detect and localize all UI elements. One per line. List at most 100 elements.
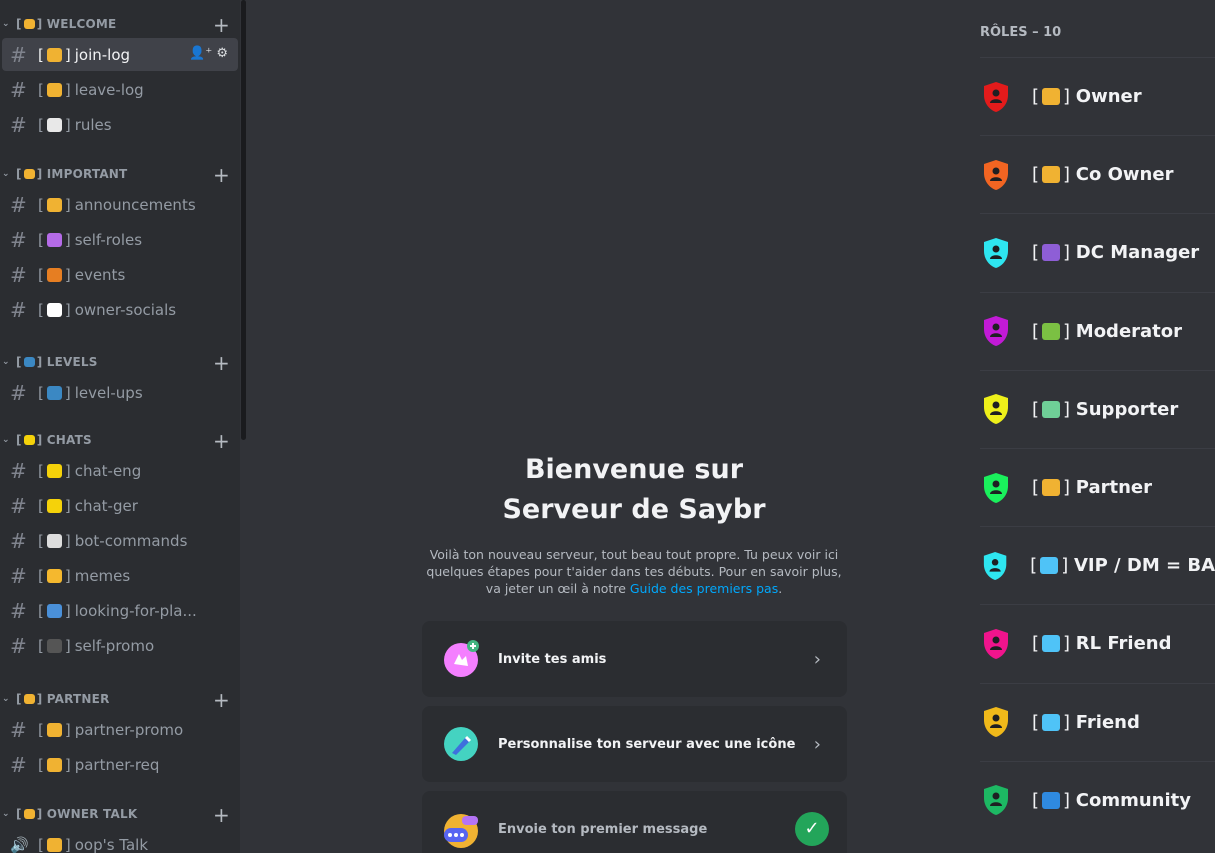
channel-name: events bbox=[74, 265, 126, 284]
category-header[interactable]: ⌄ [] LEVELS + bbox=[0, 350, 240, 375]
role-emoji-box: [] bbox=[1032, 164, 1076, 186]
channel-name: owner-socials bbox=[74, 300, 177, 319]
channel-emoji-box: [] bbox=[38, 755, 71, 774]
channel-item[interactable]: # [] bot-commands bbox=[2, 524, 238, 557]
hash-icon: # bbox=[10, 633, 27, 658]
role-emoji-icon bbox=[1042, 635, 1061, 653]
role-name: [] Partner bbox=[1032, 477, 1152, 498]
role-item[interactable]: [] Partner bbox=[980, 448, 1215, 526]
channel-item[interactable]: # [] events bbox=[2, 258, 238, 291]
role-emoji-box: [] bbox=[1032, 398, 1076, 420]
sidebar-scrollbar[interactable] bbox=[241, 0, 246, 440]
role-item[interactable]: [] Supporter bbox=[980, 369, 1215, 448]
role-name: [] Moderator bbox=[1032, 321, 1182, 342]
role-emoji-box: [] bbox=[1030, 555, 1074, 577]
create-channel-icon[interactable]: + bbox=[213, 803, 230, 827]
channel-item[interactable]: # [] chat-ger bbox=[2, 489, 238, 522]
channel-emoji-box: [] bbox=[38, 601, 71, 620]
role-name: [] Owner bbox=[1032, 86, 1142, 107]
role-emoji-icon bbox=[1042, 791, 1061, 809]
channel-item[interactable]: # [] rules bbox=[2, 108, 238, 141]
category-welcome: ⌄[] WELCOME + #[] join-log 👤⁺ ⚙ #[] leave-log #… bbox=[0, 12, 240, 143]
role-item[interactable]: [] Moderator bbox=[980, 291, 1215, 370]
channel-name: looking-for-pla... bbox=[74, 601, 197, 620]
role-item[interactable]: [] DC Manager bbox=[980, 213, 1215, 291]
channel-emoji-box: [] bbox=[38, 636, 71, 655]
role-item[interactable]: [] RL Friend bbox=[980, 604, 1215, 682]
channel-item[interactable]: # [] self-promo bbox=[2, 629, 238, 662]
channel-emoji-icon bbox=[46, 82, 62, 97]
channel-item[interactable]: # [] join-log 👤⁺ ⚙ bbox=[2, 38, 238, 71]
channel-emoji-icon bbox=[46, 568, 62, 583]
channel-item[interactable]: # [] leave-log bbox=[2, 73, 238, 106]
hash-icon: # bbox=[10, 563, 27, 588]
category-header[interactable]: ⌄ [] OWNER TALK + bbox=[0, 802, 240, 827]
category-header[interactable]: ⌄ [] CHATS + bbox=[0, 428, 240, 453]
hash-icon: # bbox=[10, 458, 27, 483]
bracket-left: [ bbox=[16, 17, 22, 31]
gear-icon[interactable]: ⚙ bbox=[216, 46, 228, 61]
role-emoji-icon bbox=[1042, 479, 1061, 496]
role-emoji-icon bbox=[1042, 88, 1061, 105]
category-name: OWNER TALK bbox=[46, 807, 138, 821]
category-important: ⌄[] IMPORTANT + #[] announcements #[] self-ro… bbox=[0, 162, 240, 328]
channel-emoji-icon bbox=[46, 197, 62, 212]
channel-name: bot-commands bbox=[74, 531, 188, 550]
category-name: IMPORTANT bbox=[46, 167, 128, 181]
channel-emoji-box: [] bbox=[38, 496, 71, 515]
bracket-left: [ bbox=[16, 355, 22, 369]
role-item[interactable]: [] Co Owner bbox=[980, 135, 1215, 213]
first-message-card[interactable]: Envoie ton premier message ✓ bbox=[422, 791, 847, 853]
hash-icon: # bbox=[10, 528, 27, 553]
role-item[interactable]: [] Friend bbox=[980, 682, 1215, 761]
channel-item[interactable]: # [] partner-req bbox=[2, 748, 238, 781]
create-channel-icon[interactable]: + bbox=[213, 688, 230, 712]
invite-icon bbox=[442, 640, 480, 678]
category-name: CHATS bbox=[46, 433, 92, 447]
channel-name: join-log bbox=[74, 45, 131, 64]
channel-item[interactable]: # [] memes bbox=[2, 559, 238, 592]
role-shield-icon bbox=[984, 628, 1008, 659]
role-name: [] RL Friend bbox=[1032, 633, 1171, 654]
channel-name: partner-promo bbox=[74, 720, 184, 739]
channel-emoji-box: [] bbox=[38, 115, 71, 134]
bracket-right: ] bbox=[36, 17, 43, 31]
create-channel-icon[interactable]: + bbox=[213, 163, 230, 187]
chevron-down-icon: ⌄ bbox=[2, 809, 10, 819]
guide-link[interactable]: Guide des premiers pas bbox=[630, 581, 778, 596]
role-emoji-icon bbox=[1042, 400, 1061, 418]
role-label: Co Owner bbox=[1075, 164, 1174, 186]
role-shield-icon bbox=[984, 394, 1008, 425]
channel-item[interactable]: # [] self-roles bbox=[2, 223, 238, 256]
channel-emoji-box: [] bbox=[38, 461, 71, 480]
role-item[interactable]: [] Community bbox=[980, 760, 1215, 839]
role-item[interactable]: [] VIP / DM = BA bbox=[980, 526, 1215, 604]
welcome-section: Bienvenue sur Serveur de Saybr Voilà ton… bbox=[420, 450, 848, 597]
customize-server-label: Personnalise ton serveur avec une icône bbox=[498, 736, 796, 752]
channel-item[interactable]: # [] owner-socials bbox=[2, 293, 238, 326]
create-channel-icon[interactable]: + bbox=[213, 13, 230, 37]
create-channel-icon[interactable]: + bbox=[213, 351, 230, 375]
category-header[interactable]: ⌄ [] PARTNER + bbox=[0, 687, 240, 712]
channel-item[interactable]: # [] announcements bbox=[2, 188, 238, 221]
hash-icon: # bbox=[10, 227, 27, 252]
role-name: [] Community bbox=[1032, 790, 1191, 811]
role-label: Owner bbox=[1075, 86, 1142, 107]
channel-item[interactable]: # [] chat-eng bbox=[2, 454, 238, 487]
category-header[interactable]: ⌄ [] WELCOME + bbox=[0, 12, 240, 37]
channel-item[interactable]: # [] level-ups bbox=[2, 376, 238, 409]
channel-name: leave-log bbox=[74, 80, 144, 99]
invite-user-icon[interactable]: 👤⁺ bbox=[189, 46, 212, 61]
channel-item[interactable]: # [] partner-promo bbox=[2, 713, 238, 746]
invite-friends-card[interactable]: Invite tes amis › bbox=[422, 621, 847, 697]
chevron-down-icon: ⌄ bbox=[2, 357, 10, 367]
role-item[interactable]: [] Owner bbox=[980, 57, 1215, 135]
category-header[interactable]: ⌄ [] IMPORTANT + bbox=[0, 162, 240, 187]
role-emoji-icon bbox=[1042, 166, 1061, 184]
channel-item[interactable]: 🔊 [] oop's Talk bbox=[2, 828, 238, 853]
customize-server-card[interactable]: Personnalise ton serveur avec une icône … bbox=[422, 706, 847, 782]
create-channel-icon[interactable]: + bbox=[213, 429, 230, 453]
channel-item[interactable]: # [] looking-for-pla... bbox=[2, 594, 238, 627]
bracket-right: ] bbox=[36, 692, 43, 706]
role-shield-icon bbox=[984, 316, 1008, 347]
